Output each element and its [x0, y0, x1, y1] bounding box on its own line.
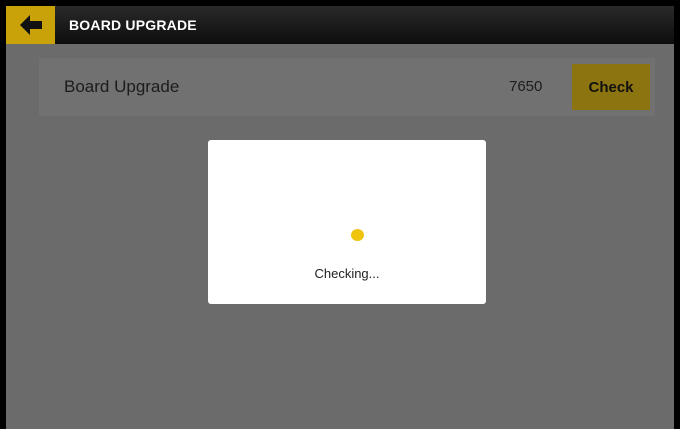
dialog-message: Checking...	[314, 266, 380, 281]
page-title: BOARD UPGRADE	[69, 17, 197, 33]
board-upgrade-row: Board Upgrade 7650 Check	[39, 58, 655, 116]
loading-spinner-icon	[351, 229, 364, 241]
app-screen: BOARD UPGRADE Board Upgrade 7650 Check C…	[6, 6, 674, 429]
checking-dialog: Checking...	[208, 140, 486, 304]
check-button[interactable]: Check	[572, 64, 650, 110]
arrow-left-icon	[19, 15, 42, 35]
top-bar: BOARD UPGRADE	[6, 6, 674, 44]
board-upgrade-label: Board Upgrade	[64, 77, 180, 96]
back-button[interactable]	[6, 6, 55, 44]
board-version-value: 7650	[509, 78, 543, 95]
